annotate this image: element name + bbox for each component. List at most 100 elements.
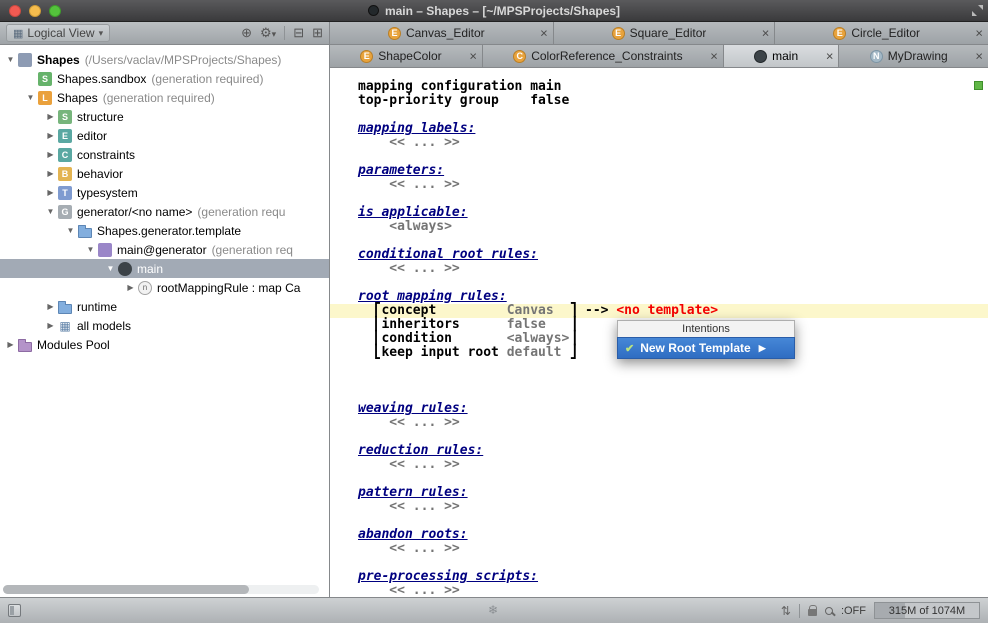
tree-item-runtime[interactable]: ▶runtime [0,297,329,316]
highlighting-level-label[interactable]: :OFF [841,605,866,617]
editor-line[interactable]: is applicable: [358,206,988,220]
editor-line[interactable]: << ... >> [358,416,988,430]
tree-item-constraints[interactable]: ▶Cconstraints [0,145,329,164]
editor-line[interactable] [358,108,988,122]
editor-line[interactable]: weaving rules: [358,402,988,416]
editor-line[interactable] [358,360,988,374]
editor-line[interactable]: << ... >> [358,178,988,192]
scroll-from-source-icon[interactable]: ⊕ [241,25,252,41]
tree-toggle-arrow[interactable]: ▼ [24,93,37,102]
tab-close-icon[interactable]: × [762,27,770,40]
tree-toggle-arrow[interactable]: ▼ [64,226,77,235]
close-window-button[interactable] [9,5,21,17]
editor-line[interactable]: <always> [358,220,988,234]
editor-line[interactable]: << ... >> [358,136,988,150]
editor-line[interactable]: conditional root rules: [358,248,988,262]
tab-close-icon[interactable]: × [540,27,548,40]
editor-line[interactable]: << ... >> [358,262,988,276]
tree-toggle-arrow[interactable]: ▼ [84,245,97,254]
editor-line[interactable] [358,388,988,402]
tree-item-typesystem[interactable]: ▶Ttypesystem [0,183,329,202]
tree-toggle-arrow[interactable]: ▼ [44,207,57,216]
tree-toggle-arrow[interactable]: ▶ [44,188,57,197]
editor-line[interactable] [358,374,988,388]
tree-toggle-arrow[interactable]: ▶ [44,169,57,178]
editor-line[interactable] [358,514,988,528]
view-selector[interactable]: ▦ Logical View ▾ [6,24,110,42]
editor-line[interactable]: parameters: [358,164,988,178]
tree-item-generator-no-name[interactable]: ▼Ggenerator/<no name> (generation requ [0,202,329,221]
tab-square-editor[interactable]: ESquare_Editor× [554,22,776,44]
expand-all-icon[interactable]: ⊞ [312,25,323,41]
tree-item-structure[interactable]: ▶Sstructure [0,107,329,126]
editor-line[interactable]: pre-processing scripts: [358,570,988,584]
settings-gear-icon[interactable]: ⚙▾ [260,25,276,41]
tab-close-icon[interactable]: × [826,50,834,63]
hector-inspector-icon[interactable] [825,607,833,615]
tab-main[interactable]: main× [724,45,840,67]
tree-item-editor[interactable]: ▶Eeditor [0,126,329,145]
tree-toggle-arrow[interactable]: ▶ [44,302,57,311]
tree-item-behavior[interactable]: ▶Bbehavior [0,164,329,183]
editor-line[interactable] [358,192,988,206]
editor-line[interactable] [358,430,988,444]
editor-line[interactable]: << ... >> [358,458,988,472]
editor-line[interactable] [358,556,988,570]
editor-line[interactable]: top-priority group false [358,94,988,108]
tab-close-icon[interactable]: × [710,50,718,63]
window-resize-icon[interactable] [971,4,984,17]
tree-toggle-arrow[interactable]: ▶ [44,321,57,330]
editor-pane[interactable]: mapping configuration maintop-priority g… [330,68,988,597]
editor-line[interactable]: << ... >> [358,542,988,556]
editor-line[interactable]: << ... >> [358,584,988,597]
tree-item-shapes[interactable]: ▼Shapes (/Users/vaclav/MPSProjects/Shape… [0,50,329,69]
editor-line[interactable]: pattern rules: [358,486,988,500]
tree-toggle-arrow[interactable]: ▼ [104,264,117,273]
tree-toggle-arrow[interactable]: ▶ [44,131,57,140]
tab-close-icon[interactable]: × [975,27,983,40]
tree-item-modules-pool[interactable]: ▶Modules Pool [0,335,329,354]
tree-item-shapes-generator-template[interactable]: ▼Shapes.generator.template [0,221,329,240]
tree-item-main[interactable]: ▼main [0,259,329,278]
tab-mydrawing[interactable]: NMyDrawing× [839,45,988,67]
editor-line[interactable] [358,234,988,248]
tab-close-icon[interactable]: × [975,50,983,63]
tree-toggle-arrow[interactable]: ▶ [4,340,17,349]
editor-line[interactable]: root mapping rules: [358,290,988,304]
editor-line[interactable]: mapping labels: [358,122,988,136]
minimize-window-button[interactable] [29,5,41,17]
tab-colorreference-constraints[interactable]: CColorReference_Constraints× [483,45,724,67]
tree-toggle-arrow[interactable]: ▶ [124,283,137,292]
background-tasks-icon[interactable]: ❄ [488,603,498,617]
editor-line[interactable] [358,472,988,486]
editor-line[interactable] [358,150,988,164]
tree-item-shapes[interactable]: ▼LShapes (generation required) [0,88,329,107]
tab-shapecolor[interactable]: EShapeColor× [330,45,483,67]
tree-horizontal-scrollbar[interactable] [3,585,319,594]
title-bar[interactable]: main – Shapes – [~/MPSProjects/Shapes] [0,0,988,22]
editor-line[interactable] [358,276,988,290]
tree-item-rootmappingrule-map-ca[interactable]: ▶nrootMappingRule : map Ca [0,278,329,297]
tree-toggle-arrow[interactable]: ▶ [44,150,57,159]
scrollbar-thumb[interactable] [3,585,249,594]
collapse-all-icon[interactable]: ⊟ [293,25,304,41]
tab-close-icon[interactable]: × [469,50,477,63]
scroll-arrows-icon[interactable]: ⇅ [781,604,791,618]
new-root-template-menu-item[interactable]: ✔ New Root Template ▶ [617,337,795,359]
tree-toggle-arrow[interactable]: ▶ [44,112,57,121]
tree-toggle-arrow[interactable]: ▼ [4,55,17,64]
memory-indicator[interactable]: 315M of 1074M [874,602,980,619]
editor-line[interactable]: << ... >> [358,500,988,514]
editor-line[interactable]: abandon roots: [358,528,988,542]
editor-line[interactable]: reduction rules: [358,444,988,458]
zoom-window-button[interactable] [49,5,61,17]
editor-line[interactable]: ⎡concept Canvas ⎤ --> <no template> [330,304,988,318]
tree-item-shapes-sandbox[interactable]: SShapes.sandbox (generation required) [0,69,329,88]
editor-line[interactable]: mapping configuration main [358,80,988,94]
lock-icon[interactable] [808,609,817,616]
tab-circle-editor[interactable]: ECircle_Editor× [775,22,988,44]
tree-item-all-models[interactable]: ▶▦all models [0,316,329,335]
tab-canvas-editor[interactable]: ECanvas_Editor× [330,22,554,44]
toolwindow-toggle-icon[interactable] [8,604,21,617]
tree-item-main-generator[interactable]: ▼main@generator (generation req [0,240,329,259]
